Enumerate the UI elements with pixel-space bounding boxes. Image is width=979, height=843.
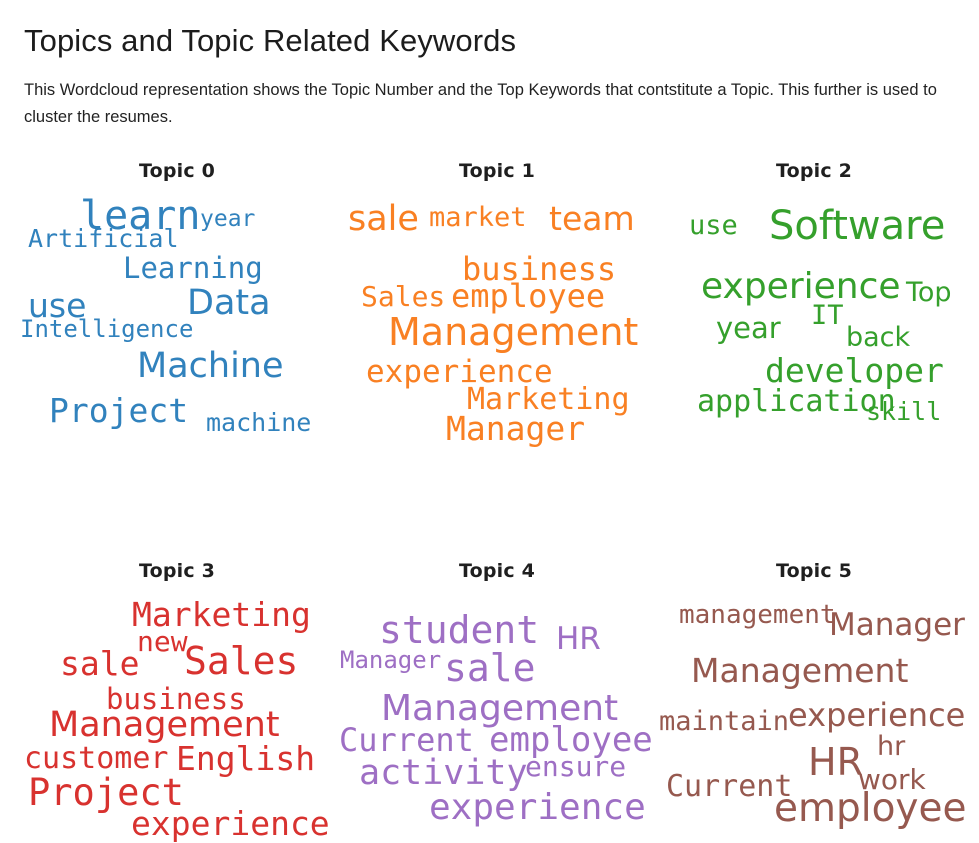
page-title: Topics and Topic Related Keywords — [24, 23, 517, 58]
wordcloud-word: Artificial — [28, 224, 179, 253]
wordcloud-title-0: Topic 0 — [138, 160, 216, 182]
wordcloud-word: team — [549, 199, 635, 238]
wordcloud-word: Sales — [184, 639, 299, 683]
wordcloud-panel-1: Topic 1 sale market team business Sales employ… — [334, 160, 660, 446]
wordcloud-canvas-5: management Manager Management maintain exper… — [651, 586, 977, 828]
wordcloud-word: new — [137, 625, 188, 658]
wordcloud-word: employee — [451, 277, 606, 315]
wordcloud-word: year — [200, 206, 256, 232]
wordcloud-word: Intelligence — [20, 315, 194, 343]
wordcloud-word: sale — [60, 644, 140, 683]
wordcloud-panel-5: Topic 5 management Manager Management mainta… — [651, 560, 977, 828]
wordcloud-word: experience — [429, 787, 646, 828]
wordcloud-canvas-2: use Software experience Top IT year back develo… — [651, 186, 977, 424]
wordcloud-canvas-1: sale market team business Sales employee Manag… — [334, 186, 660, 446]
wordcloud-word: hr — [877, 731, 906, 762]
wordcloud-word: experience — [788, 696, 966, 734]
wordcloud-word: Manager — [446, 409, 586, 448]
wordcloud-word: Current — [339, 721, 474, 759]
wordcloud-word: Top — [906, 277, 952, 308]
wordcloud-word: student — [379, 608, 540, 652]
wordcloud-panel-3: Topic 3 Marketing new sale Sales business Mana… — [14, 560, 340, 840]
wordcloud-title-3: Topic 3 — [138, 560, 216, 582]
wordcloud-canvas-3: Marketing new sale Sales business Management c… — [14, 586, 340, 840]
wordcloud-title-1: Topic 1 — [458, 160, 536, 182]
wordcloud-grid: Topic 0 learn year Artificial Learning use Dat… — [0, 160, 979, 840]
wordcloud-word: experience — [131, 804, 330, 843]
wordcloud-panel-2: Topic 2 use Software experience Top IT year bac… — [651, 160, 977, 424]
wordcloud-title-5: Topic 5 — [775, 560, 853, 582]
page-description: This Wordcloud representation shows the … — [24, 81, 937, 127]
wordcloud-word: Machine — [137, 346, 284, 386]
wordcloud-word: employee — [774, 786, 967, 831]
wordcloud-word: Manager — [829, 607, 965, 643]
wordcloud-word: maintain — [659, 706, 790, 737]
wordcloud-title-4: Topic 4 — [458, 560, 536, 582]
page-header: Topics and Topic Related Keywords This W… — [0, 0, 979, 132]
wordcloud-word: experience — [701, 266, 901, 307]
wordcloud-word: ensure — [525, 750, 627, 783]
wordcloud-title-2: Topic 2 — [775, 160, 853, 182]
wordcloud-word: year — [716, 311, 781, 345]
wordcloud-word: Project — [49, 391, 189, 430]
wordcloud-word: customer — [24, 741, 169, 776]
wordcloud-word: machine — [206, 408, 312, 437]
wordcloud-word: skill — [866, 397, 942, 426]
wordcloud-word: developer — [765, 351, 944, 390]
wordcloud-word: activity — [359, 753, 528, 793]
wordcloud-word: HR — [808, 740, 863, 784]
wordcloud-word: management — [679, 600, 836, 630]
wordcloud-word: IT — [811, 300, 844, 331]
wordcloud-word: use — [689, 210, 738, 241]
wordcloud-word: Manager — [340, 646, 442, 674]
wordcloud-word: Sales — [361, 280, 446, 313]
wordcloud-panel-4: Topic 4 student HR Manager sale Management Cur… — [334, 560, 660, 826]
wordcloud-word: back — [846, 322, 911, 353]
wordcloud-word: Data — [187, 283, 271, 323]
wordcloud-word: English — [176, 739, 316, 778]
wordcloud-word: Management — [691, 651, 909, 690]
wordcloud-word: Software — [769, 203, 946, 249]
wordcloud-word: sale — [444, 646, 536, 690]
wordcloud-word: market — [429, 202, 527, 233]
wordcloud-word: HR — [556, 621, 601, 657]
wordcloud-word: Learning — [123, 251, 263, 285]
wordcloud-panel-0: Topic 0 learn year Artificial Learning use Dat… — [14, 160, 340, 435]
wordcloud-word: Management — [49, 705, 280, 745]
wordcloud-canvas-4: student HR Manager sale Management Current emp… — [334, 586, 660, 826]
wordcloud-word: sale — [348, 199, 419, 239]
wordcloud-canvas-0: learn year Artificial Learning use Data Intell… — [14, 186, 340, 435]
wordcloud-word: Management — [388, 310, 639, 354]
